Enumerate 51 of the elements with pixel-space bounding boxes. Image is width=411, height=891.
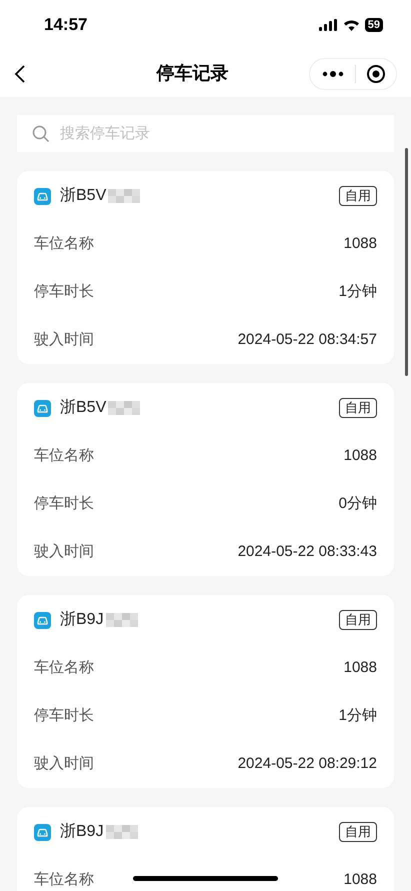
battery-indicator: 59 bbox=[364, 18, 383, 32]
signal-icon bbox=[318, 19, 338, 31]
record-card[interactable]: 浙B9J 自用 车位名称 1088 停车时长 1分钟 驶入时间 2024-05-22 08:29:12 bbox=[17, 595, 394, 788]
plate-number: 浙B5V bbox=[60, 398, 106, 418]
field-value: 1088 bbox=[344, 870, 377, 890]
plate-number: 浙B5V bbox=[60, 186, 106, 206]
record-card[interactable]: 浙B5V 自用 车位名称 1088 停车时长 0分钟 驶入时间 2024-05-22 08:33:43 bbox=[17, 383, 394, 576]
field-value: 1088 bbox=[344, 446, 377, 466]
field-label: 车位名称 bbox=[34, 870, 94, 890]
usage-tag: 自用 bbox=[339, 610, 377, 630]
car-icon bbox=[34, 824, 51, 840]
usage-tag: 自用 bbox=[339, 186, 377, 206]
field-label: 车位名称 bbox=[34, 446, 94, 466]
plate-number: 浙B9J bbox=[60, 610, 104, 630]
redaction-blur bbox=[106, 613, 138, 627]
car-icon bbox=[34, 188, 51, 204]
field-value: 2024-05-22 08:34:57 bbox=[238, 330, 377, 350]
car-icon bbox=[34, 400, 51, 416]
back-icon[interactable] bbox=[14, 64, 26, 84]
field-value: 0分钟 bbox=[338, 494, 377, 514]
field-value: 2024-05-22 08:29:12 bbox=[238, 754, 377, 774]
status-time: 14:57 bbox=[44, 14, 88, 36]
car-icon bbox=[34, 612, 51, 628]
search-field[interactable]: 搜索停车记录 bbox=[17, 115, 394, 152]
redaction-blur bbox=[106, 825, 138, 839]
capsule-menu[interactable] bbox=[309, 58, 397, 90]
field-value: 1088 bbox=[344, 658, 377, 678]
field-label: 停车时长 bbox=[34, 282, 94, 302]
field-label: 停车时长 bbox=[34, 494, 94, 514]
usage-tag: 自用 bbox=[339, 398, 377, 418]
field-label: 驶入时间 bbox=[34, 754, 94, 774]
field-label: 停车时长 bbox=[34, 706, 94, 726]
wifi-icon bbox=[342, 19, 360, 31]
usage-tag: 自用 bbox=[339, 822, 377, 842]
field-value: 1分钟 bbox=[338, 706, 377, 726]
redaction-blur bbox=[108, 401, 140, 415]
record-icon[interactable] bbox=[366, 64, 386, 84]
field-value: 2024-05-22 08:33:43 bbox=[238, 542, 377, 562]
field-label: 车位名称 bbox=[34, 658, 94, 678]
more-icon[interactable] bbox=[322, 70, 344, 76]
search-icon bbox=[32, 125, 50, 143]
record-card[interactable]: 浙B5V 自用 车位名称 1088 停车时长 1分钟 驶入时间 2024-05-22 08:34:57 bbox=[17, 171, 394, 364]
field-label: 驶入时间 bbox=[34, 542, 94, 562]
field-value: 1分钟 bbox=[338, 282, 377, 302]
record-card[interactable]: 浙B9J 自用 车位名称 1088 bbox=[17, 807, 394, 891]
redaction-blur bbox=[108, 189, 140, 203]
plate-number: 浙B9J bbox=[60, 822, 104, 842]
field-value: 1088 bbox=[344, 234, 377, 254]
field-label: 驶入时间 bbox=[34, 330, 94, 350]
page-title: 停车记录 bbox=[156, 62, 228, 85]
field-label: 车位名称 bbox=[34, 234, 94, 254]
